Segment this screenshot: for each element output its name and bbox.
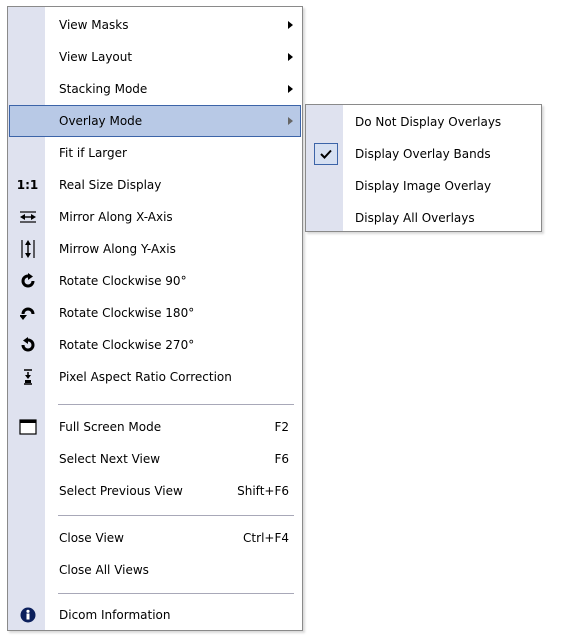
menu-item-close-all-views[interactable]: Close All Views	[9, 554, 301, 586]
menu-item-shortcut: F6	[274, 452, 289, 466]
menu-item-shortcut: Ctrl+F4	[243, 531, 289, 545]
menu-separator	[58, 515, 294, 516]
menu-separator	[58, 404, 294, 405]
mirror-y-icon	[9, 233, 46, 265]
menu-item-rotate-180[interactable]: Rotate Clockwise 180°	[9, 297, 301, 329]
menu-item-label: Real Size Display	[59, 178, 162, 192]
aspect-ratio-icon	[9, 361, 46, 393]
window-icon	[9, 411, 46, 443]
menu-item-label: View Masks	[59, 18, 129, 32]
submenu-item-label: Display All Overlays	[355, 211, 475, 225]
overlay-mode-submenu: Do Not Display Overlays Display Overlay …	[305, 104, 542, 232]
menu-item-pixel-aspect-ratio[interactable]: Pixel Aspect Ratio Correction	[9, 361, 301, 393]
menu-item-mirror-x[interactable]: Mirror Along X-Axis	[9, 201, 301, 233]
submenu-arrow-icon	[288, 117, 293, 125]
menu-item-shortcut: Shift+F6	[237, 484, 289, 498]
menu-item-label: Dicom Information	[59, 608, 171, 622]
check-indicator	[313, 143, 338, 165]
submenu-arrow-icon	[288, 53, 293, 61]
info-icon	[9, 599, 46, 631]
menu-item-close-view[interactable]: Close View Ctrl+F4	[9, 522, 301, 554]
menu-item-label: Select Next View	[59, 452, 161, 466]
checkmark-icon	[307, 138, 344, 170]
rotate-90-icon	[9, 265, 46, 297]
menu-item-label: Select Previous View	[59, 484, 183, 498]
submenu-arrow-icon	[288, 21, 293, 29]
menu-item-select-previous-view[interactable]: Select Previous View Shift+F6	[9, 475, 301, 507]
menu-item-select-next-view[interactable]: Select Next View F6	[9, 443, 301, 475]
menu-item-label: Fit if Larger	[59, 146, 127, 160]
menu-item-label: View Layout	[59, 50, 133, 64]
submenu-item-display-image-overlay[interactable]: Display Image Overlay	[307, 170, 540, 202]
menu-item-label: Rotate Clockwise 180°	[59, 306, 195, 320]
mirror-x-icon	[9, 201, 46, 233]
menu-item-label: Mirrow Along Y-Axis	[59, 242, 176, 256]
menu-item-fit-if-larger[interactable]: Fit if Larger	[9, 137, 301, 169]
submenu-item-label: Do Not Display Overlays	[355, 115, 502, 129]
menu-item-real-size-display[interactable]: 1:1 Real Size Display	[9, 169, 301, 201]
menu-item-overlay-mode[interactable]: Overlay Mode	[9, 105, 301, 137]
menu-item-rotate-90[interactable]: Rotate Clockwise 90°	[9, 265, 301, 297]
menu-item-rotate-270[interactable]: Rotate Clockwise 270°	[9, 329, 301, 361]
menu-item-label: Close View	[59, 531, 124, 545]
menu-item-label: Stacking Mode	[59, 82, 148, 96]
menu-item-label: Overlay Mode	[59, 114, 143, 128]
submenu-item-do-not-display-overlays[interactable]: Do Not Display Overlays	[307, 106, 540, 138]
menu-item-view-layout[interactable]: View Layout	[9, 41, 301, 73]
menu-item-shortcut: F2	[274, 420, 289, 434]
menu-item-mirror-y[interactable]: Mirrow Along Y-Axis	[9, 233, 301, 265]
menu-separator	[58, 593, 294, 594]
submenu-arrow-icon	[288, 85, 293, 93]
menu-item-dicom-information[interactable]: Dicom Information	[9, 599, 301, 631]
submenu-item-label: Display Image Overlay	[355, 179, 492, 193]
submenu-item-display-all-overlays[interactable]: Display All Overlays	[307, 202, 540, 234]
submenu-item-display-overlay-bands[interactable]: Display Overlay Bands	[307, 138, 540, 170]
menu-item-label: Rotate Clockwise 270°	[59, 338, 195, 352]
menu-item-full-screen[interactable]: Full Screen Mode F2	[9, 411, 301, 443]
menu-item-label: Rotate Clockwise 90°	[59, 274, 187, 288]
submenu-item-label: Display Overlay Bands	[355, 147, 491, 161]
menu-item-label: Mirror Along X-Axis	[59, 210, 173, 224]
menu-item-label: Close All Views	[59, 563, 149, 577]
rotate-270-icon	[9, 329, 46, 361]
menu-item-label: Full Screen Mode	[59, 420, 162, 434]
menu-item-stacking-mode[interactable]: Stacking Mode	[9, 73, 301, 105]
rotate-180-icon	[9, 297, 46, 329]
menu-item-label: Pixel Aspect Ratio Correction	[59, 370, 232, 384]
context-menu: View Masks View Layout Stacking Mode Ove…	[7, 6, 303, 631]
menu-item-view-masks[interactable]: View Masks	[9, 9, 301, 41]
one-to-one-icon: 1:1	[16, 178, 39, 192]
